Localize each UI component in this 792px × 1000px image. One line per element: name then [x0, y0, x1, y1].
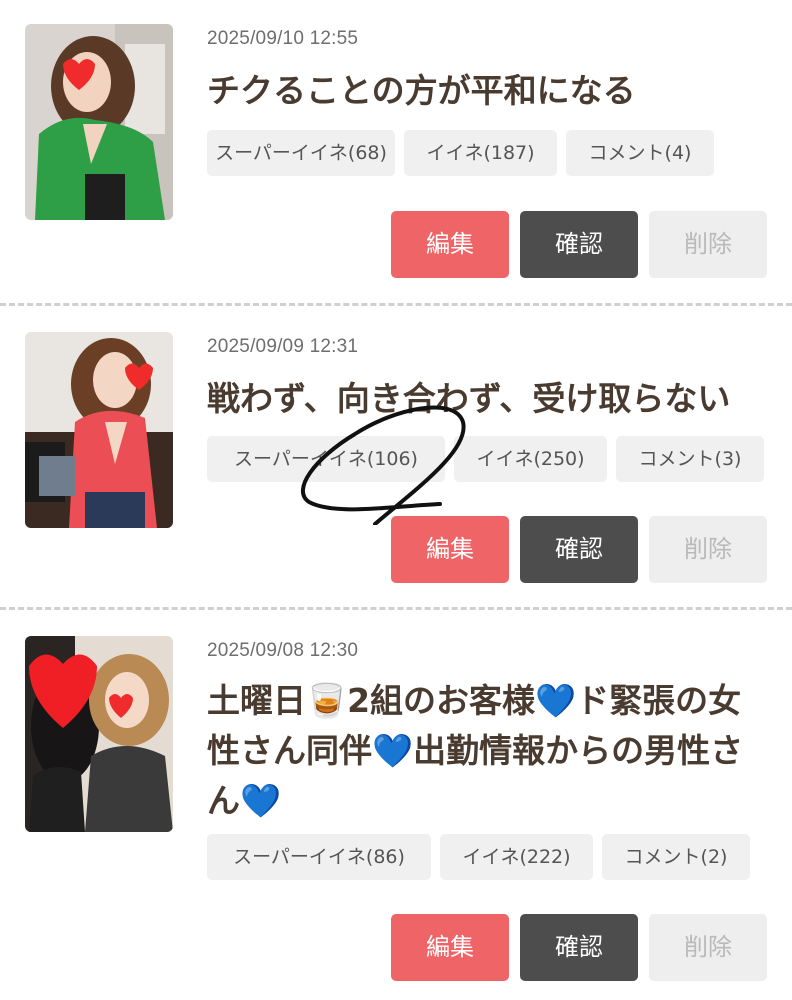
post-title[interactable]: 土曜日🥃2組のお客様💙ド緊張の女 性さん同伴💙出勤情報からの男性さ ん💙	[207, 676, 777, 826]
post-title-line: 性さん同伴💙出勤情報からの男性さ	[207, 731, 744, 770]
post-title-line: 土曜日🥃2組のお客様💙ド緊張の女	[207, 681, 742, 720]
confirm-button[interactable]: 確認	[520, 914, 638, 981]
delete-button[interactable]: 削除	[649, 914, 767, 981]
confirm-button[interactable]: 確認	[520, 516, 638, 583]
like-count[interactable]: イイネ(187)	[404, 130, 557, 176]
post-title-line: ん💙	[207, 781, 282, 820]
post-thumbnail[interactable]	[25, 332, 173, 528]
like-count[interactable]: イイネ(250)	[454, 436, 607, 482]
confirm-button[interactable]: 確認	[520, 211, 638, 278]
delete-button[interactable]: 削除	[649, 211, 767, 278]
post-timestamp: 2025/09/09 12:31	[207, 336, 359, 357]
post-divider	[0, 607, 792, 610]
post-thumbnail[interactable]	[25, 24, 173, 220]
reaction-chips: スーパーイイネ(106) イイネ(250) コメント(3)	[207, 436, 764, 482]
post-timestamp: 2025/09/10 12:55	[207, 28, 359, 49]
comment-count[interactable]: コメント(3)	[616, 436, 764, 482]
action-buttons: 編集 確認 削除	[391, 516, 767, 583]
reaction-chips: スーパーイイネ(68) イイネ(187) コメント(4)	[207, 130, 714, 176]
comment-count[interactable]: コメント(4)	[566, 130, 714, 176]
reaction-chips: スーパーイイネ(86) イイネ(222) コメント(2)	[207, 834, 750, 880]
edit-button[interactable]: 編集	[391, 516, 509, 583]
comment-count[interactable]: コメント(2)	[602, 834, 750, 880]
action-buttons: 編集 確認 削除	[391, 211, 767, 278]
post-title[interactable]: チクることの方が平和になる	[207, 64, 777, 117]
super-like-count[interactable]: スーパーイイネ(68)	[207, 130, 395, 176]
post-divider	[0, 303, 792, 306]
post-title[interactable]: 戦わず、向き合わず、受け取らない	[207, 372, 777, 425]
like-count[interactable]: イイネ(222)	[440, 834, 593, 880]
super-like-count[interactable]: スーパーイイネ(86)	[207, 834, 431, 880]
action-buttons: 編集 確認 削除	[391, 914, 767, 981]
super-like-count[interactable]: スーパーイイネ(106)	[207, 436, 445, 482]
delete-button[interactable]: 削除	[649, 516, 767, 583]
edit-button[interactable]: 編集	[391, 211, 509, 278]
edit-button[interactable]: 編集	[391, 914, 509, 981]
post-timestamp: 2025/09/08 12:30	[207, 640, 359, 661]
post-thumbnail[interactable]	[25, 636, 173, 832]
